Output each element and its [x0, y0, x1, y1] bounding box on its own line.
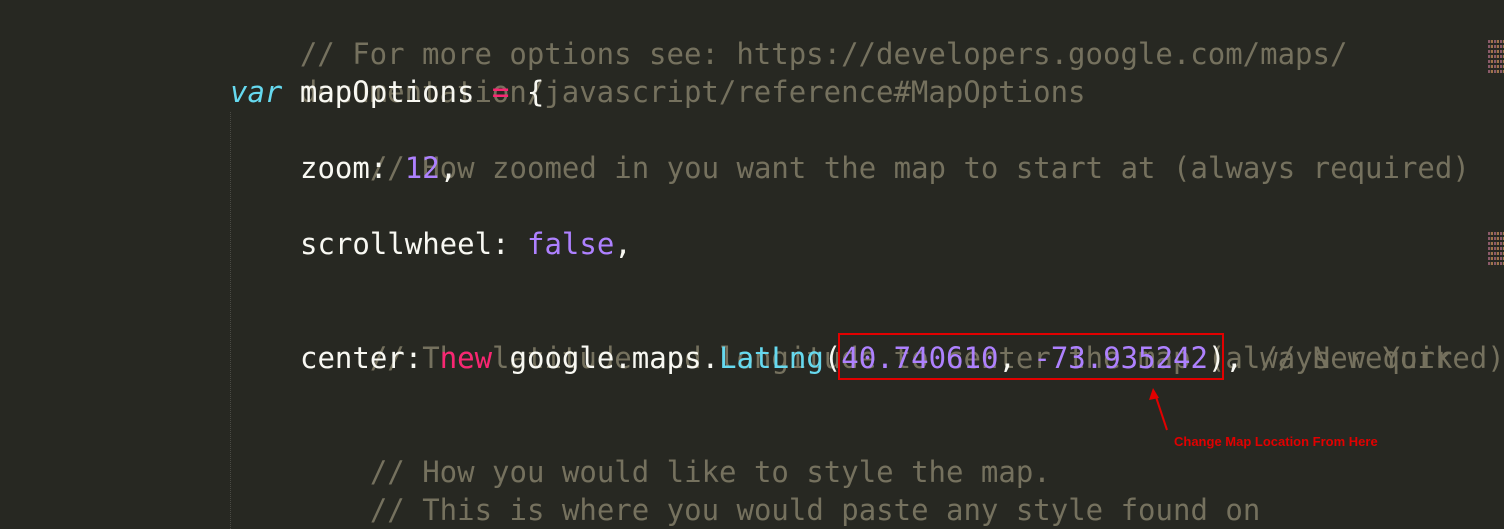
property-key: center: [300, 341, 440, 375]
minimap-marker[interactable] [1488, 40, 1504, 80]
variable-name: mapOptions [282, 75, 492, 109]
property-key: scrollwheel: [300, 227, 527, 261]
object-path: google.maps. [492, 341, 720, 375]
code-line-2: documentation/javascript/reference#MapOp… [230, 35, 1086, 109]
scrollwheel-value: false [526, 227, 615, 261]
code-line-4: // How zoomed in you want the map to sta… [300, 111, 1470, 185]
code-line-3: var mapOptions = { [230, 73, 544, 111]
latlng-type: LatLng [719, 341, 824, 375]
zoom-value: 12 [404, 151, 440, 185]
punctuation: , [439, 151, 458, 185]
annotation-label: Change Map Location From Here [1174, 434, 1378, 449]
minimap-marker[interactable] [1488, 232, 1504, 274]
code-line-1: // For more options see: https://develop… [230, 0, 1348, 71]
code-line-10: // This is where you would paste any sty… [300, 453, 1260, 527]
code-line-6: scrollwheel: false, [300, 225, 632, 263]
keyword-new: new [439, 341, 493, 375]
brace: { [509, 75, 545, 109]
comment: // This is where you would paste any sty… [369, 493, 1261, 527]
code-line-5: zoom: 12, [300, 149, 457, 187]
location-highlight-box [838, 333, 1224, 380]
punctuation: , [614, 227, 632, 261]
keyword-var: var [230, 75, 283, 109]
comment: // How zoomed in you want the map to sta… [369, 151, 1470, 185]
operator: = [491, 75, 510, 109]
property-key: zoom: [300, 151, 405, 185]
code-editor[interactable]: // For more options see: https://develop… [0, 0, 1504, 529]
code-line-9: // How you would like to style the map. [300, 415, 1051, 489]
arrow-up-icon [1149, 388, 1168, 431]
indent-guide [230, 112, 232, 529]
comment: // New York [1242, 341, 1453, 375]
